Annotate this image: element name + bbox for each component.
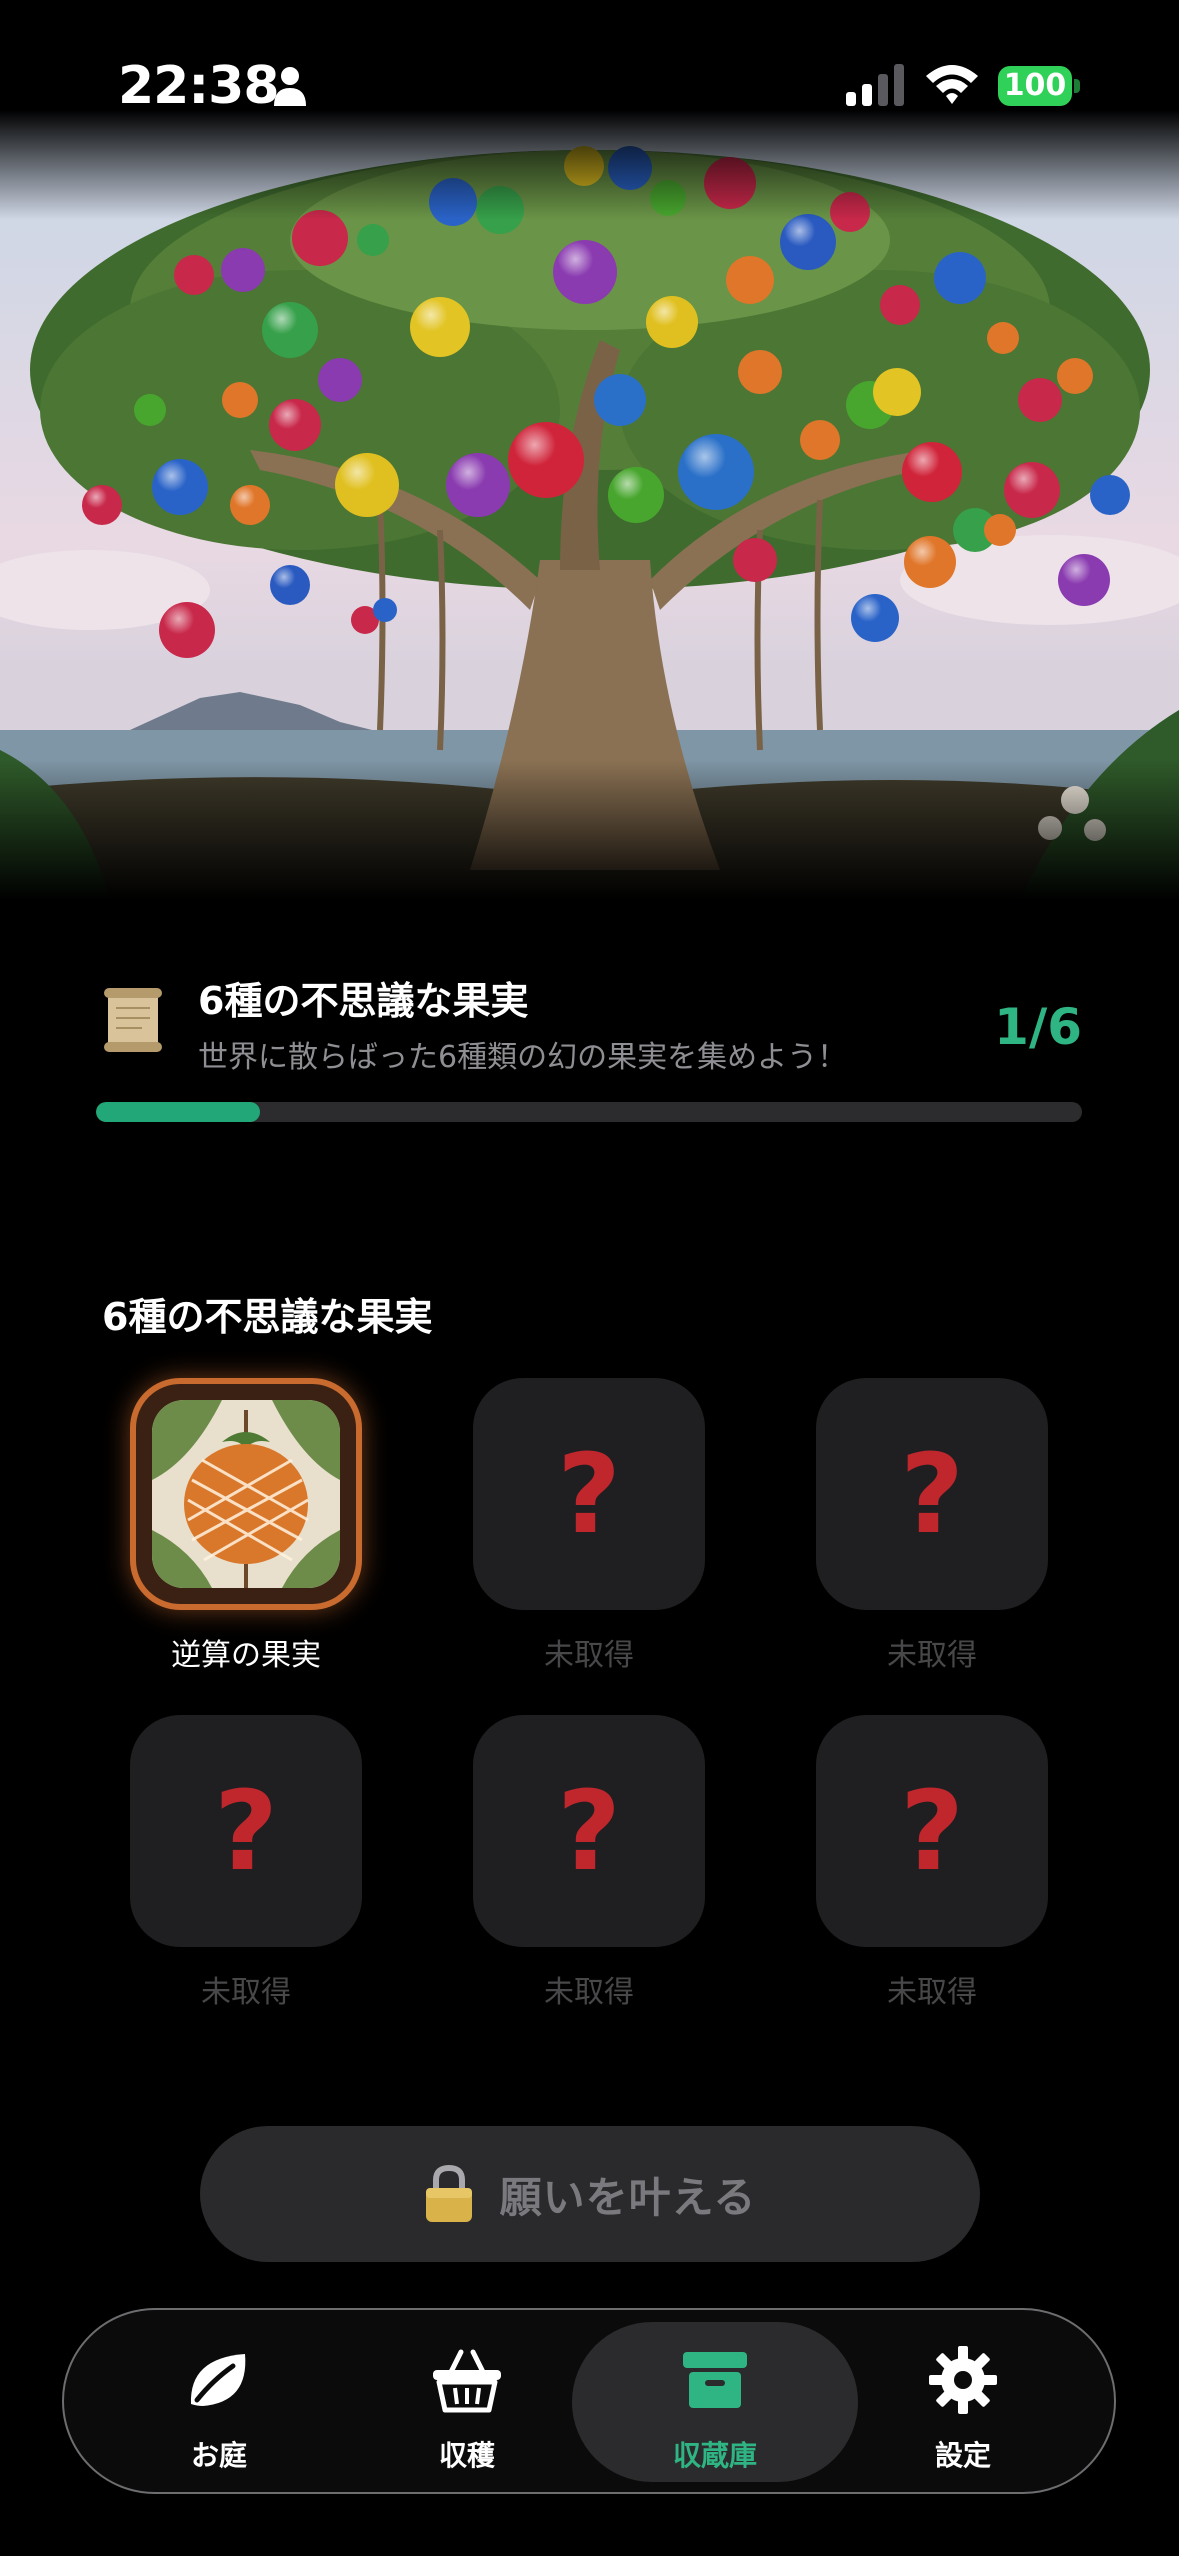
mission-count: 1/6 — [994, 998, 1082, 1056]
fruit-label: 未取得 — [887, 1638, 977, 1673]
archive-box-icon — [683, 2352, 747, 2408]
mission-title: 6種の不思議な果実 — [198, 979, 529, 1023]
tab-settings[interactable]: 設定 — [838, 2322, 1088, 2482]
tab-label: 収蔵庫 — [672, 2439, 757, 2472]
battery-icon: 100 — [998, 66, 1080, 106]
grant-wish-button[interactable]: 願いを叶える — [200, 2126, 980, 2262]
pinecone-fruit-icon — [152, 1400, 340, 1588]
locked-fruit-tile[interactable]: ? — [473, 1715, 705, 1947]
question-mark-icon: ? — [557, 1430, 621, 1558]
gear-icon — [929, 2346, 997, 2414]
wifi-icon — [926, 65, 978, 104]
mission-subtitle: 世界に散らばった6種類の幻の果実を集めよう！ — [198, 1040, 848, 1075]
fruit-label: 未取得 — [887, 1975, 977, 2010]
leaf-icon — [190, 2354, 246, 2406]
fruit-item-3[interactable]: ? 未取得 — [816, 1378, 1048, 1678]
fruit-item-2[interactable]: ? 未取得 — [473, 1378, 705, 1678]
mission-card: 6種の不思議な果実 世界に散らばった6種類の幻の果実を集めよう！ 1/6 — [96, 960, 1082, 1130]
scroll-icon — [104, 988, 162, 1052]
question-mark-icon: ? — [900, 1430, 964, 1558]
collection-title: 6種の不思議な果実 — [102, 1295, 433, 1339]
cellular-signal-icon — [846, 64, 904, 106]
progress-fill — [96, 1102, 261, 1122]
fruit-label: 逆算の果実 — [171, 1638, 321, 1673]
fruit-tile[interactable] — [130, 1378, 362, 1610]
tree-image — [0, 110, 1179, 900]
fruit-label: 未取得 — [201, 1975, 291, 2010]
tab-bar: お庭 収穫 収蔵庫 設定 — [62, 2308, 1116, 2494]
person-icon — [274, 67, 306, 106]
fruit-tree-illustration — [0, 110, 1179, 900]
question-mark-icon: ? — [900, 1767, 964, 1895]
fruit-label: 未取得 — [544, 1975, 634, 2010]
tab-harvest[interactable]: 収穫 — [342, 2322, 592, 2482]
locked-fruit-tile[interactable]: ? — [816, 1715, 1048, 1947]
locked-fruit-tile[interactable]: ? — [473, 1378, 705, 1610]
fruit-collection-grid: 逆算の果実 ? 未取得 ? 未取得 ? 未取得 ? 未取得 ? 未取得 — [130, 1378, 1050, 2018]
locked-fruit-tile[interactable]: ? — [130, 1715, 362, 1947]
mission-progress-bar — [96, 1102, 1082, 1122]
tab-label: 収穫 — [438, 2439, 495, 2472]
status-time: 22:38 — [118, 56, 280, 116]
question-mark-icon: ? — [214, 1767, 278, 1895]
locked-fruit-tile[interactable]: ? — [816, 1378, 1048, 1610]
tab-label: 設定 — [934, 2439, 991, 2472]
lock-icon — [425, 2164, 472, 2222]
basket-icon — [433, 2349, 501, 2413]
fruit-item-4[interactable]: ? 未取得 — [130, 1715, 362, 2015]
fruit-item-6[interactable]: ? 未取得 — [816, 1715, 1048, 2015]
fruit-label: 未取得 — [544, 1638, 634, 1673]
fruit-item-1[interactable]: 逆算の果実 — [130, 1378, 362, 1678]
tab-garden[interactable]: お庭 — [94, 2322, 344, 2482]
battery-level: 100 — [998, 66, 1072, 106]
grant-wish-label: 願いを叶える — [499, 2172, 757, 2222]
fruit-item-5[interactable]: ? 未取得 — [473, 1715, 705, 2015]
tab-archive[interactable]: 収蔵庫 — [572, 2322, 858, 2482]
status-bar: 22:38 100 — [0, 0, 1179, 120]
tab-label: お庭 — [190, 2439, 247, 2472]
question-mark-icon: ? — [557, 1767, 621, 1895]
